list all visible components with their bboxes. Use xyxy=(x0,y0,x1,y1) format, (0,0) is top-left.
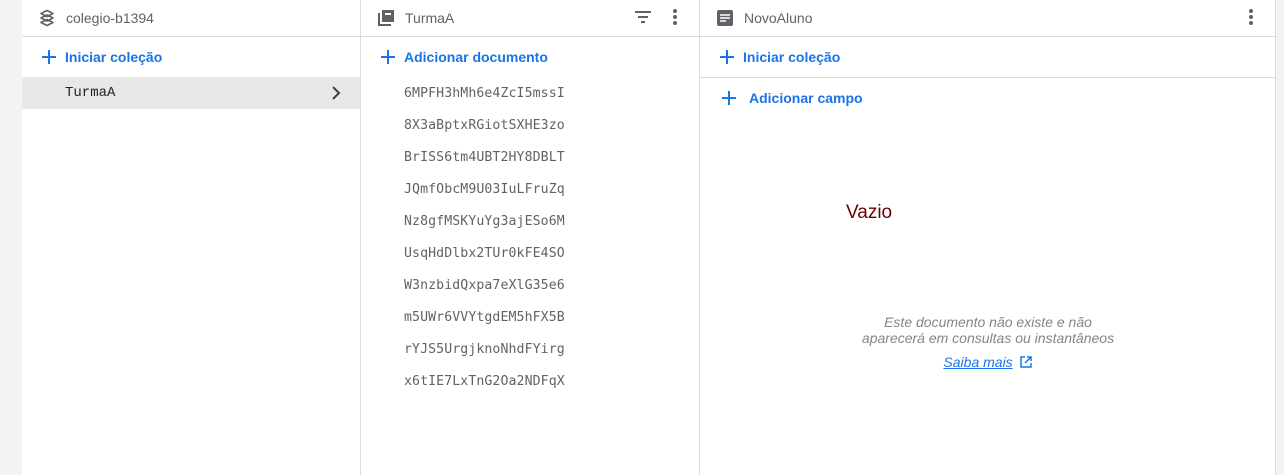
more-vert-icon[interactable] xyxy=(663,5,687,29)
add-field-label: Adicionar campo xyxy=(749,90,863,106)
document-item[interactable]: m5UWr6VVYtgdEM5hFX5B xyxy=(361,301,699,333)
document-list: 6MPFH3hMh6e4ZcI5mssI 8X3aBptxRGiotSXHE3z… xyxy=(361,77,699,397)
firestore-layers-icon xyxy=(38,7,60,29)
document-panel-header: NovoAluno xyxy=(700,0,1275,37)
document-item[interactable]: JQmfObcM9U03IuLFruZq xyxy=(361,173,699,205)
add-field-button[interactable]: Adicionar campo xyxy=(700,78,1275,118)
empty-message-line-1: Este documento não existe e não xyxy=(884,314,1092,330)
firestore-data-panels: colegio-b1394 Iniciar coleção TurmaA Tur… xyxy=(22,0,1276,475)
empty-overlay-text: Vazio xyxy=(846,202,893,223)
collection-panel-header: TurmaA xyxy=(361,0,699,37)
document-icon xyxy=(716,7,738,29)
document-item[interactable]: W3nzbidQxpa7eXlG35e6 xyxy=(361,269,699,301)
root-panel-header: colegio-b1394 xyxy=(22,0,360,37)
collection-item-label: TurmaA xyxy=(65,85,116,101)
empty-message-line-2: aparecerá em consultas ou instantâneos xyxy=(861,330,1115,346)
document-panel-title: NovoAluno xyxy=(744,10,813,26)
learn-more-link[interactable]: Saiba mais xyxy=(943,354,1012,370)
start-subcollection-label: Iniciar coleção xyxy=(743,49,841,65)
plus-icon xyxy=(40,48,58,66)
document-item[interactable]: Nz8gfMSKYuYg3ajESo6M xyxy=(361,205,699,237)
learn-more-container: Saiba mais xyxy=(700,354,1276,370)
plus-icon xyxy=(718,48,736,66)
document-item[interactable]: x6tIE7LxTnG2Oa2NDFqX xyxy=(361,365,699,397)
document-panel-tools xyxy=(1239,5,1263,29)
document-panel: NovoAluno Iniciar coleção Adicionar camp… xyxy=(700,0,1276,475)
filter-icon[interactable] xyxy=(631,5,655,29)
plus-icon xyxy=(720,89,738,107)
add-document-label: Adicionar documento xyxy=(404,49,548,65)
chevron-right-icon xyxy=(326,83,346,103)
collection-panel-title: TurmaA xyxy=(405,10,455,26)
add-document-button[interactable]: Adicionar documento xyxy=(361,37,699,77)
start-collection-button[interactable]: Iniciar coleção xyxy=(22,37,360,77)
root-panel: colegio-b1394 Iniciar coleção TurmaA xyxy=(22,0,361,475)
collection-panel: TurmaA Adicionar documento 6MPFH3hMh6e4Z… xyxy=(361,0,700,475)
root-panel-title: colegio-b1394 xyxy=(66,10,154,26)
start-subcollection-button[interactable]: Iniciar coleção xyxy=(700,37,1275,78)
start-collection-label: Iniciar coleção xyxy=(65,49,163,65)
document-item[interactable]: 6MPFH3hMh6e4ZcI5mssI xyxy=(361,77,699,109)
collection-item-turmaa[interactable]: TurmaA xyxy=(22,77,360,109)
collection-panel-tools xyxy=(631,5,687,29)
more-vert-icon[interactable] xyxy=(1239,5,1263,29)
document-item[interactable]: 8X3aBptxRGiotSXHE3zo xyxy=(361,109,699,141)
plus-icon xyxy=(379,48,397,66)
collection-icon xyxy=(377,7,399,29)
open-in-new-icon xyxy=(1019,355,1033,369)
document-item[interactable]: BrISS6tm4UBT2HY8DBLT xyxy=(361,141,699,173)
empty-document-message: Este documento não existe e não aparecer… xyxy=(700,314,1276,346)
document-item[interactable]: rYJS5UrgjknoNhdFYirg xyxy=(361,333,699,365)
document-item[interactable]: UsqHdDlbx2TUr0kFE4SO xyxy=(361,237,699,269)
